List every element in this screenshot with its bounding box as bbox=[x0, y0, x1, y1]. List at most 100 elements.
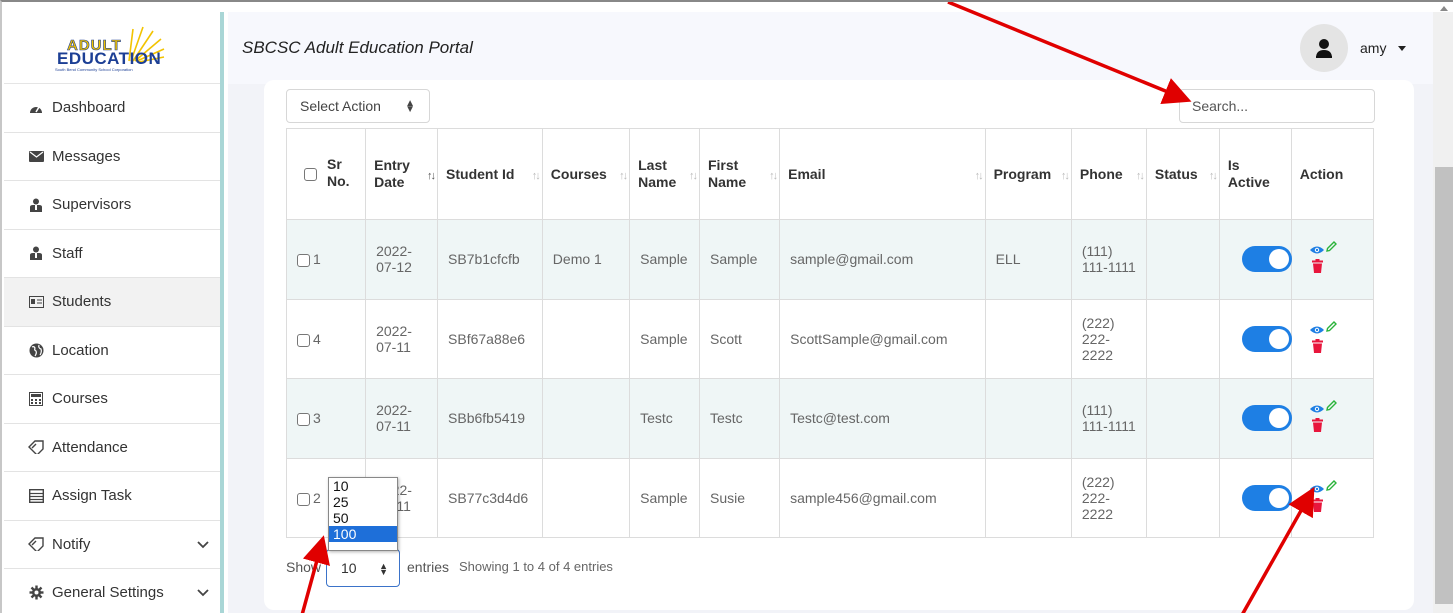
entry-date-cell: 2022-07-11 bbox=[365, 298, 439, 379]
header-last-name[interactable]: Last Name ↑↓ bbox=[629, 128, 700, 220]
scrollbar-thumb[interactable] bbox=[1435, 167, 1453, 604]
header-program[interactable]: Program ↑↓ bbox=[984, 128, 1072, 220]
header-first-name[interactable]: First Name ↑↓ bbox=[698, 128, 781, 220]
option-10[interactable]: 10 bbox=[329, 478, 397, 494]
header-label: Entry Date bbox=[374, 157, 410, 190]
header-sr-no[interactable]: Sr No. bbox=[285, 128, 367, 220]
page-length-options: 10 25 50 100 bbox=[328, 477, 398, 551]
program-cell: ELL bbox=[984, 219, 1072, 300]
option-25[interactable]: 25 bbox=[329, 494, 397, 510]
phone-cell: (111) 111-1111 bbox=[1070, 219, 1147, 300]
sidebar-item-general-settings[interactable]: General Settings bbox=[4, 569, 220, 613]
option-50[interactable]: 50 bbox=[329, 510, 397, 526]
row-checkbox[interactable] bbox=[297, 492, 310, 506]
sidebar-item-label: Supervisors bbox=[52, 196, 132, 214]
delete-trash-icon[interactable] bbox=[1311, 338, 1323, 353]
edit-pencil-icon[interactable] bbox=[1325, 241, 1337, 253]
header-label: First Name bbox=[707, 157, 747, 190]
vertical-scrollbar[interactable] bbox=[1433, 6, 1453, 613]
logo-area[interactable]: ADULT EDUCATION South Bend Community Sch… bbox=[4, 12, 220, 84]
view-eye-icon[interactable] bbox=[1309, 404, 1324, 414]
adult-education-logo: ADULT EDUCATION South Bend Community Sch… bbox=[47, 23, 177, 73]
header-status[interactable]: Status ↑↓ bbox=[1145, 128, 1220, 220]
table-row: 4 2022-07-11 SBf67a88e6 Sample Scott Sco… bbox=[285, 298, 1375, 379]
sidebar-item-location[interactable]: Location bbox=[4, 327, 220, 375]
sidebar-item-courses[interactable]: Courses bbox=[4, 375, 220, 424]
sidebar-item-label: Location bbox=[52, 341, 109, 359]
header-label: Student Id bbox=[446, 166, 515, 182]
email-cell: sample456@gmail.com bbox=[779, 457, 986, 538]
edit-pencil-icon[interactable] bbox=[1325, 320, 1337, 333]
delete-trash-icon[interactable] bbox=[1311, 497, 1323, 512]
delete-trash-icon[interactable] bbox=[1311, 418, 1323, 433]
sidebar-item-label: Assign Task bbox=[52, 487, 132, 505]
edit-pencil-icon[interactable] bbox=[1325, 400, 1337, 412]
app-window: ADULT EDUCATION South Bend Community Sch… bbox=[0, 0, 1453, 613]
status-cell bbox=[1145, 457, 1220, 538]
table-row: 3 2022-07-11 SBb6fb5419 Testc Testc Test… bbox=[285, 378, 1375, 459]
sidebar-item-attendance[interactable]: Attendance bbox=[4, 424, 220, 472]
select-all-checkbox[interactable] bbox=[304, 168, 317, 181]
page-length-select[interactable]: 10 ▲ ▼ bbox=[326, 549, 400, 587]
sort-icon: ↑↓ bbox=[1208, 170, 1218, 182]
sort-icon: ↑↓ bbox=[427, 170, 436, 182]
active-toggle[interactable] bbox=[1241, 484, 1292, 511]
avatar[interactable] bbox=[1300, 24, 1348, 72]
header-label: Program bbox=[993, 166, 1052, 182]
header-label: Courses bbox=[550, 166, 607, 182]
header-label: Status bbox=[1154, 166, 1198, 182]
courses-cell bbox=[541, 378, 631, 459]
active-toggle[interactable] bbox=[1241, 405, 1292, 432]
top-bar: SBCSC Adult Education Portal amy bbox=[228, 12, 1433, 84]
active-toggle[interactable] bbox=[1241, 325, 1292, 352]
header-courses[interactable]: Courses ↑↓ bbox=[541, 128, 631, 220]
sidebar-item-messages[interactable]: Messages bbox=[4, 133, 220, 181]
courses-cell bbox=[541, 298, 631, 379]
delete-trash-icon[interactable] bbox=[1311, 259, 1323, 274]
row-checkbox[interactable] bbox=[297, 413, 310, 427]
sidebar-item-staff[interactable]: Staff bbox=[4, 230, 220, 278]
envelope-icon bbox=[26, 150, 46, 162]
header-email[interactable]: Email ↑↓ bbox=[779, 128, 986, 220]
option-100[interactable]: 100 bbox=[329, 526, 397, 542]
select-action-dropdown[interactable]: Select Action ▲ ▼ bbox=[286, 89, 430, 123]
scroll-up-arrow-icon[interactable] bbox=[1440, 6, 1448, 11]
sidebar-item-label: Attendance bbox=[52, 438, 128, 456]
student-id-cell: SB7b1cfcfb bbox=[437, 219, 543, 300]
status-cell bbox=[1145, 219, 1220, 300]
entries-label: entries bbox=[407, 559, 450, 575]
sidebar-item-supervisors[interactable]: Supervisors bbox=[4, 181, 220, 230]
logo-main-text: EDUCATION bbox=[57, 48, 162, 68]
first-name-cell: Scott bbox=[698, 298, 781, 379]
is-active-cell bbox=[1218, 378, 1292, 459]
tag-icon bbox=[26, 537, 46, 552]
active-toggle[interactable] bbox=[1241, 246, 1292, 273]
sidebar-item-notify[interactable]: Notify bbox=[4, 521, 220, 569]
header-phone[interactable]: Phone ↑↓ bbox=[1070, 128, 1147, 220]
row-checkbox[interactable] bbox=[297, 333, 310, 347]
user-name[interactable]: amy bbox=[1360, 40, 1386, 56]
sidebar-item-label: Students bbox=[52, 293, 112, 311]
header-is-active: Is Active bbox=[1218, 128, 1292, 220]
chevron-down-icon[interactable] bbox=[196, 538, 210, 552]
header-entry-date[interactable]: Entry Date ↑↓ bbox=[365, 128, 439, 220]
globe-icon bbox=[26, 343, 46, 358]
view-eye-icon[interactable] bbox=[1309, 325, 1324, 335]
sort-icon: ↑↓ bbox=[1060, 170, 1070, 182]
sidebar-item-assign-task[interactable]: Assign Task bbox=[4, 472, 220, 521]
sidebar-item-dashboard[interactable]: Dashboard bbox=[4, 84, 220, 133]
header-student-id[interactable]: Student Id ↑↓ bbox=[437, 128, 543, 220]
edit-pencil-icon[interactable] bbox=[1325, 479, 1337, 492]
sidebar-item-label: Dashboard bbox=[52, 99, 126, 117]
users-icon bbox=[26, 246, 46, 261]
sr-number: 3 bbox=[313, 410, 321, 427]
caret-down-icon[interactable] bbox=[1398, 46, 1406, 51]
calculator-icon bbox=[26, 391, 46, 406]
sidebar-item-students[interactable]: Students bbox=[4, 278, 220, 327]
view-eye-icon[interactable] bbox=[1309, 484, 1324, 494]
search-input[interactable] bbox=[1179, 89, 1375, 123]
chevron-down-icon[interactable] bbox=[196, 586, 210, 600]
row-checkbox[interactable] bbox=[297, 254, 310, 268]
table-header-row: Sr No. Entry Date ↑↓ Student Id ↑↓ Courses… bbox=[285, 128, 1375, 220]
view-eye-icon[interactable] bbox=[1309, 245, 1324, 255]
